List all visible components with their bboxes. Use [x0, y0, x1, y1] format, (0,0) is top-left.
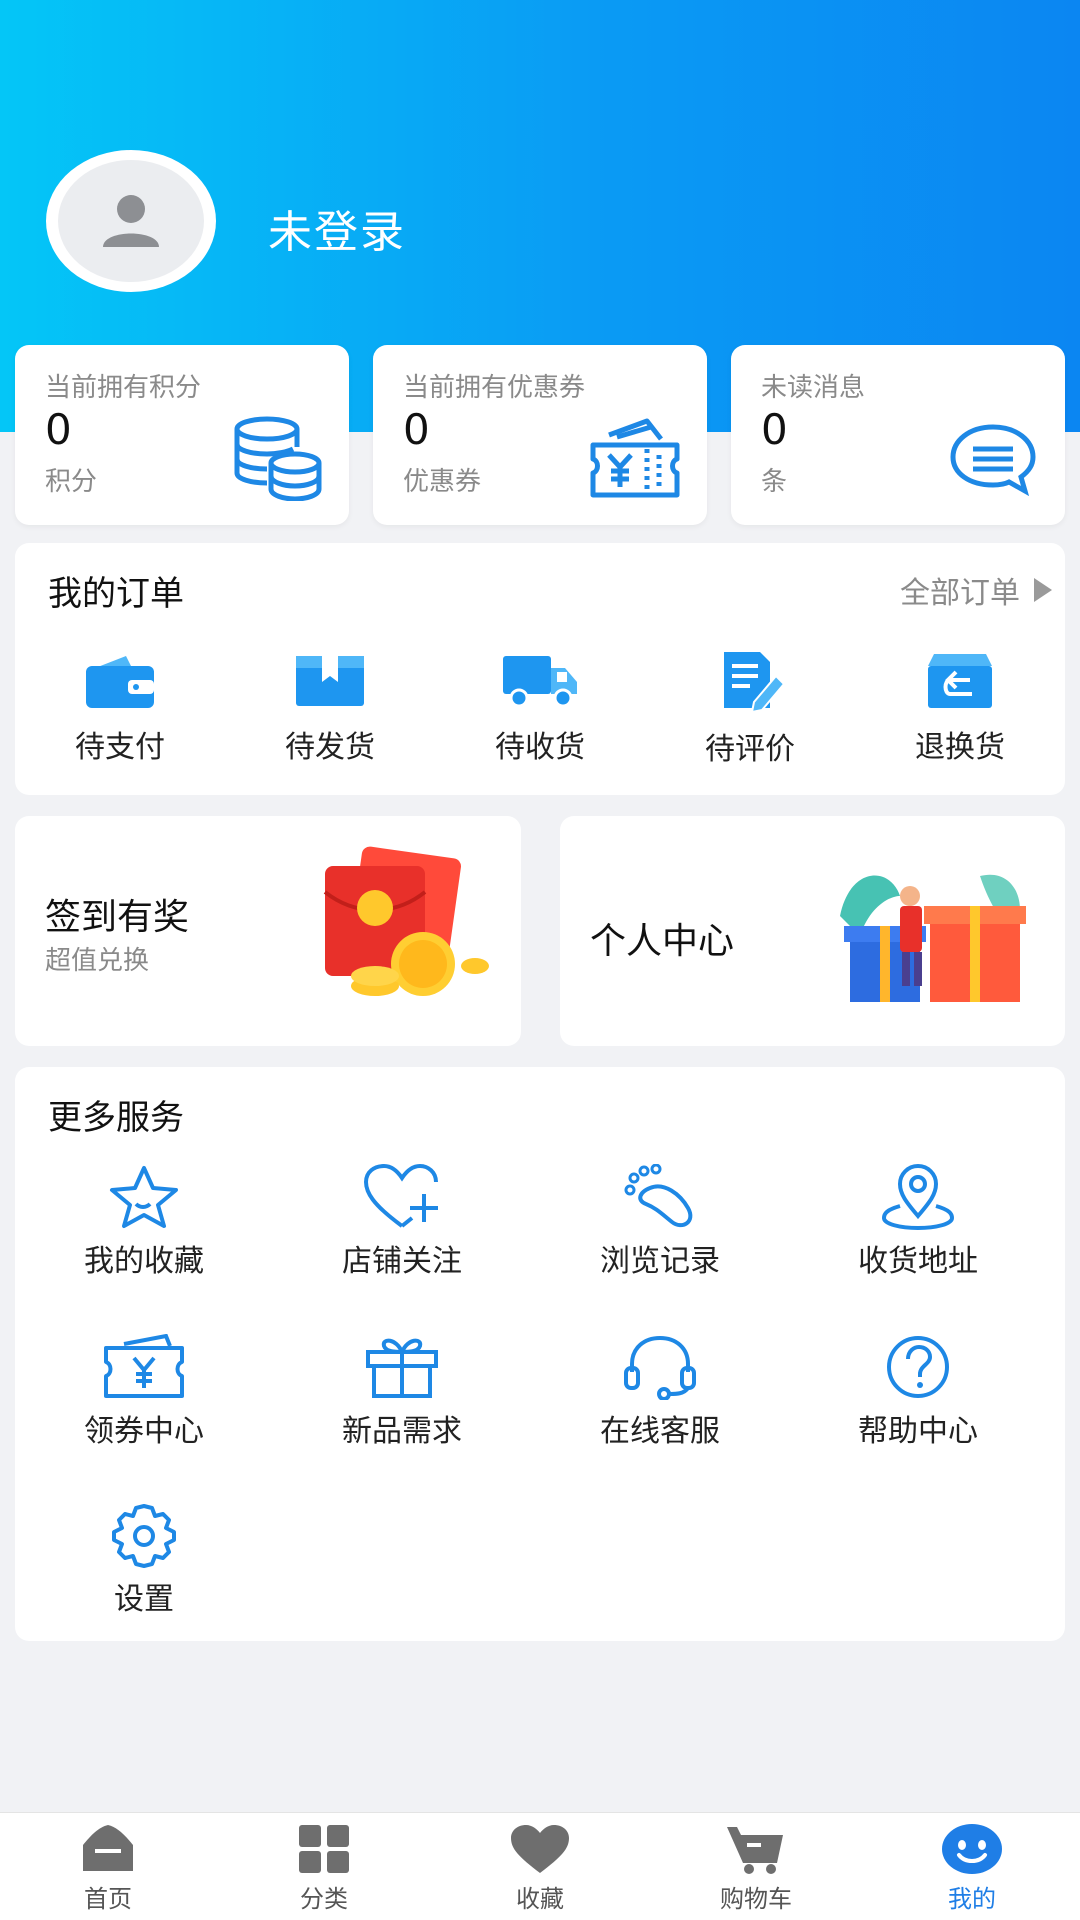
vip-gift-celebration-illustration: [840, 874, 1026, 1002]
all-orders-link[interactable]: 全部订单: [900, 568, 1052, 612]
messages-unit: 条: [761, 467, 788, 497]
coupons-value: 0: [403, 405, 430, 454]
cart-icon: [727, 1827, 783, 1874]
coupons-unit: 优惠券: [403, 467, 482, 497]
wallet-icon: [86, 656, 154, 708]
heart-plus-icon: [363, 1164, 438, 1228]
coupons-card[interactable]: 当前拥有优惠券 0 优惠券: [373, 345, 707, 525]
tab-label: 收藏: [516, 1885, 564, 1913]
order-returns[interactable]: 退换货: [855, 650, 1065, 770]
service-label: 收货地址: [858, 1244, 978, 1279]
checkin-title: 签到有奖: [45, 897, 190, 938]
points-title: 当前拥有积分: [45, 373, 202, 403]
messages-value: 0: [761, 405, 788, 454]
service-online-support[interactable]: 在线客服: [531, 1334, 789, 1464]
delivery-truck-icon: [503, 656, 577, 708]
order-pending-shipment[interactable]: 待发货: [225, 650, 435, 770]
tab-label: 购物车: [720, 1885, 792, 1913]
tab-home[interactable]: 首页: [0, 1813, 216, 1920]
service-settings[interactable]: 设置: [15, 1502, 273, 1632]
tab-cart[interactable]: 购物车: [648, 1813, 864, 1920]
help-question-icon: [887, 1336, 949, 1398]
service-label: 浏览记录: [600, 1244, 720, 1279]
tab-profile[interactable]: 我的: [864, 1813, 1080, 1920]
chevron-right-icon: [1034, 578, 1052, 602]
home-icon: [83, 1825, 133, 1871]
points-card[interactable]: 当前拥有积分 0 积分: [15, 345, 349, 525]
category-grid-icon: [299, 1825, 349, 1873]
order-pending-review[interactable]: 待评价: [645, 650, 855, 770]
headset-icon: [624, 1335, 696, 1400]
return-box-icon: [928, 654, 992, 708]
coins-icon: [234, 416, 322, 501]
order-pending-receipt[interactable]: 待收货: [435, 650, 645, 770]
all-orders-label: 全部订单: [900, 576, 1020, 611]
tab-category[interactable]: 分类: [216, 1813, 432, 1920]
footprint-icon: [624, 1164, 693, 1228]
coupon-ticket-icon: [590, 418, 680, 498]
order-label: 待发货: [285, 730, 375, 765]
service-browse-history[interactable]: 浏览记录: [531, 1164, 789, 1294]
order-label: 待支付: [75, 730, 165, 765]
points-unit: 积分: [45, 467, 98, 497]
messages-title: 未读消息: [761, 373, 866, 403]
coupons-title: 当前拥有优惠券: [403, 373, 586, 403]
tab-label: 首页: [84, 1885, 132, 1913]
avatar[interactable]: [46, 150, 216, 292]
heart-icon: [511, 1825, 569, 1873]
service-label: 领券中心: [84, 1414, 204, 1449]
orders-title: 我的订单: [48, 574, 184, 614]
gear-icon: [112, 1504, 176, 1568]
service-label: 店铺关注: [342, 1244, 462, 1279]
services-title: 更多服务: [48, 1098, 184, 1138]
service-store-follow[interactable]: 店铺关注: [273, 1164, 531, 1294]
order-label: 退换货: [915, 730, 1005, 765]
login-status[interactable]: 未登录: [268, 196, 406, 260]
tab-label: 分类: [300, 1885, 348, 1913]
package-box-icon: [296, 656, 364, 706]
user-placeholder-icon: [103, 195, 159, 247]
service-label: 我的收藏: [84, 1244, 204, 1279]
smiley-profile-icon: [942, 1824, 1002, 1874]
messages-card[interactable]: 未读消息 0 条: [731, 345, 1065, 525]
bottom-tab-bar: 首页 分类 收藏 购物车 我的: [0, 1812, 1080, 1920]
service-label: 设置: [114, 1582, 174, 1617]
service-coupon-center[interactable]: 领券中心: [15, 1334, 273, 1464]
order-pending-payment[interactable]: 待支付: [15, 650, 225, 770]
tab-favorites[interactable]: 收藏: [432, 1813, 648, 1920]
points-value: 0: [45, 405, 72, 454]
checkin-subtitle: 超值兑换: [45, 946, 150, 976]
service-help-center[interactable]: 帮助中心: [789, 1334, 1047, 1464]
order-label: 待评价: [705, 732, 795, 767]
service-favorites[interactable]: 我的收藏: [15, 1164, 273, 1294]
service-shipping-address[interactable]: 收货地址: [789, 1164, 1047, 1294]
tab-label: 我的: [948, 1885, 996, 1913]
order-label: 待收货: [495, 730, 585, 765]
personal-center-title: 个人中心: [590, 921, 735, 962]
service-label: 在线客服: [600, 1414, 720, 1449]
service-new-product-request[interactable]: 新品需求: [273, 1334, 531, 1464]
coupon-icon: [104, 1334, 184, 1398]
red-envelope-coins-illustration: [323, 846, 489, 996]
star-icon: [110, 1166, 178, 1228]
service-label: 新品需求: [342, 1414, 462, 1449]
location-pin-icon: [881, 1164, 955, 1230]
gift-icon: [366, 1338, 438, 1398]
review-edit-icon: [724, 652, 786, 712]
service-label: 帮助中心: [858, 1414, 978, 1449]
message-bubble-icon: [950, 424, 1036, 497]
